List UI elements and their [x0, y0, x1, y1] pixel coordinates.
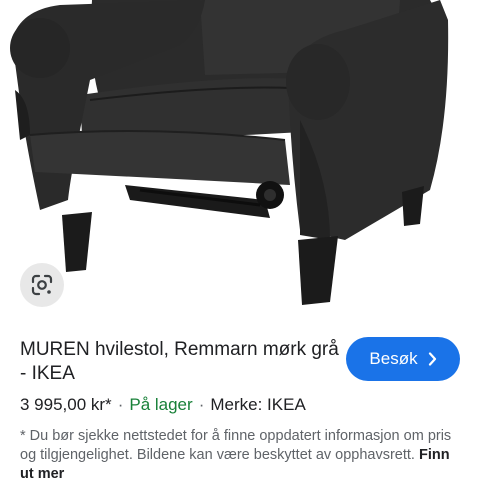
visit-button[interactable]: Besøk	[346, 337, 460, 381]
product-brand: Merke: IKEA	[210, 395, 306, 414]
google-lens-button[interactable]	[20, 263, 64, 307]
disclaimer-text: * Du bør sjekke nettstedet for å finne o…	[20, 428, 452, 463]
disclaimer: * Du bør sjekke nettstedet for å finne o…	[20, 427, 460, 484]
google-lens-icon	[31, 274, 53, 296]
separator-dot: ·	[198, 395, 205, 414]
product-price: 3 995,00 kr*	[20, 395, 112, 414]
product-title: MUREN hvilestol, Remmarn mørk grå - IKEA	[20, 339, 339, 384]
chevron-right-icon	[428, 352, 437, 366]
availability-status: På lager	[129, 395, 193, 414]
product-image[interactable]	[0, 0, 480, 318]
visit-button-label: Besøk	[369, 349, 418, 368]
product-meta: 3 995,00 kr* · På lager · Merke: IKEA	[20, 394, 460, 416]
separator-dot: ·	[117, 395, 124, 414]
